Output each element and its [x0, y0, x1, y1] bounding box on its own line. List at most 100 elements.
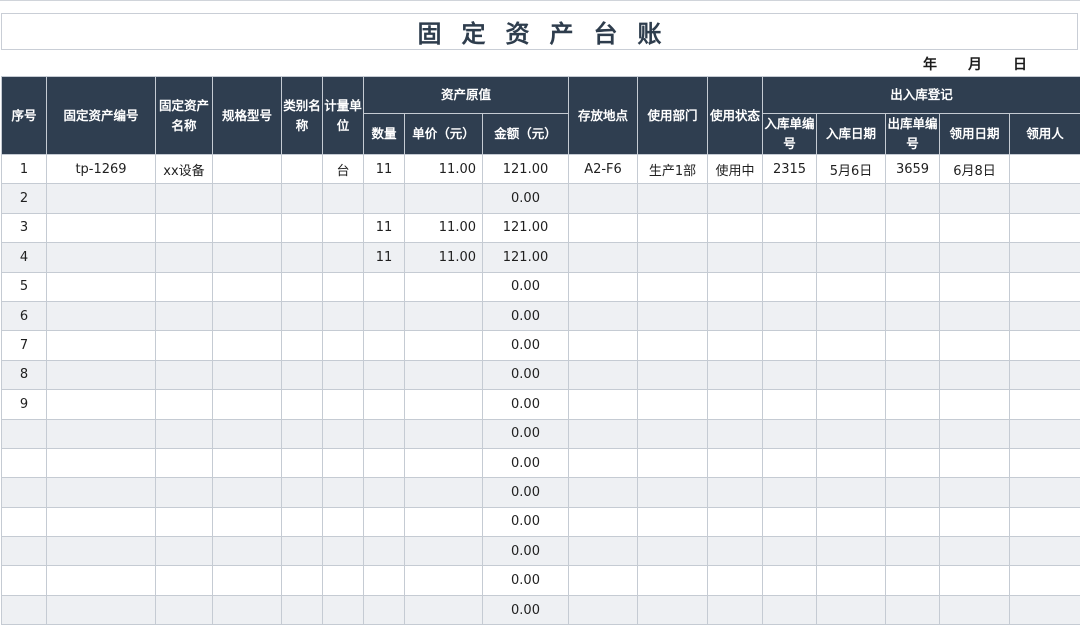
cell-dept[interactable]: [638, 213, 708, 242]
cell-status[interactable]: [708, 595, 763, 624]
cell-amount[interactable]: 0.00: [483, 507, 569, 536]
cell-unit[interactable]: [323, 360, 364, 389]
cell-amount[interactable]: 121.00: [483, 243, 569, 272]
cell-dept[interactable]: [638, 184, 708, 213]
cell-amount[interactable]: 0.00: [483, 301, 569, 330]
header-unit[interactable]: 计量单位: [323, 77, 364, 155]
cell-asset-no[interactable]: [47, 301, 156, 330]
cell-unit[interactable]: [323, 272, 364, 301]
cell-price[interactable]: [405, 360, 483, 389]
cell-amount[interactable]: 0.00: [483, 595, 569, 624]
cell-status[interactable]: [708, 331, 763, 360]
cell-in-date[interactable]: [817, 301, 886, 330]
cell-location[interactable]: [569, 537, 638, 566]
cell-user[interactable]: [1010, 390, 1080, 419]
cell-user[interactable]: [1010, 301, 1080, 330]
cell-in-no[interactable]: [763, 272, 817, 301]
cell-price[interactable]: [405, 419, 483, 448]
cell-in-no[interactable]: [763, 507, 817, 536]
cell-asset-no[interactable]: [47, 448, 156, 477]
cell-spec[interactable]: [213, 301, 282, 330]
cell-user[interactable]: [1010, 537, 1080, 566]
cell-out-no[interactable]: [886, 448, 940, 477]
cell-out-no[interactable]: [886, 213, 940, 242]
cell-asset-no[interactable]: [47, 507, 156, 536]
cell-location[interactable]: [569, 478, 638, 507]
cell-user[interactable]: [1010, 595, 1080, 624]
cell-unit[interactable]: [323, 213, 364, 242]
cell-qty[interactable]: [364, 595, 405, 624]
cell-spec[interactable]: [213, 507, 282, 536]
cell-seq[interactable]: 5: [2, 272, 47, 301]
header-location[interactable]: 存放地点: [569, 77, 638, 155]
header-asset-no[interactable]: 固定资产编号: [47, 77, 156, 155]
cell-in-date[interactable]: [817, 478, 886, 507]
cell-in-date[interactable]: [817, 360, 886, 389]
cell-dept[interactable]: [638, 478, 708, 507]
cell-asset-no[interactable]: [47, 272, 156, 301]
cell-location[interactable]: [569, 507, 638, 536]
cell-asset-name[interactable]: [156, 537, 213, 566]
cell-user[interactable]: [1010, 419, 1080, 448]
cell-asset-no[interactable]: [47, 390, 156, 419]
cell-in-no[interactable]: [763, 301, 817, 330]
cell-category[interactable]: [282, 184, 323, 213]
cell-asset-name[interactable]: [156, 448, 213, 477]
cell-price[interactable]: [405, 595, 483, 624]
cell-use-date[interactable]: [940, 243, 1010, 272]
cell-amount[interactable]: 0.00: [483, 566, 569, 595]
cell-unit[interactable]: [323, 184, 364, 213]
cell-seq[interactable]: 7: [2, 331, 47, 360]
cell-location[interactable]: [569, 419, 638, 448]
cell-location[interactable]: [569, 213, 638, 242]
cell-status[interactable]: [708, 448, 763, 477]
cell-location[interactable]: [569, 566, 638, 595]
cell-seq[interactable]: 4: [2, 243, 47, 272]
cell-category[interactable]: [282, 272, 323, 301]
cell-qty[interactable]: [364, 507, 405, 536]
cell-in-date[interactable]: [817, 243, 886, 272]
cell-unit[interactable]: [323, 331, 364, 360]
header-dept[interactable]: 使用部门: [638, 77, 708, 155]
cell-asset-no[interactable]: [47, 213, 156, 242]
cell-use-date[interactable]: [940, 478, 1010, 507]
cell-qty[interactable]: [364, 390, 405, 419]
cell-asset-name[interactable]: [156, 360, 213, 389]
cell-out-no[interactable]: [886, 272, 940, 301]
cell-spec[interactable]: [213, 478, 282, 507]
cell-asset-name[interactable]: [156, 243, 213, 272]
cell-use-date[interactable]: [940, 184, 1010, 213]
cell-asset-name[interactable]: xx设备: [156, 155, 213, 184]
cell-status[interactable]: [708, 478, 763, 507]
cell-dept[interactable]: [638, 507, 708, 536]
header-amount[interactable]: 金额（元）: [483, 114, 569, 155]
cell-unit[interactable]: [323, 243, 364, 272]
cell-out-no[interactable]: 3659: [886, 155, 940, 184]
cell-use-date[interactable]: [940, 566, 1010, 595]
cell-seq[interactable]: [2, 566, 47, 595]
cell-location[interactable]: A2-F6: [569, 155, 638, 184]
cell-dept[interactable]: [638, 595, 708, 624]
cell-qty[interactable]: [364, 419, 405, 448]
cell-seq[interactable]: 9: [2, 390, 47, 419]
cell-price[interactable]: 11.00: [405, 155, 483, 184]
cell-location[interactable]: [569, 331, 638, 360]
header-use-date[interactable]: 领用日期: [940, 114, 1010, 155]
cell-use-date[interactable]: [940, 537, 1010, 566]
cell-asset-no[interactable]: [47, 478, 156, 507]
cell-user[interactable]: [1010, 213, 1080, 242]
cell-out-no[interactable]: [886, 537, 940, 566]
header-inout[interactable]: 出入库登记: [763, 77, 1080, 114]
cell-out-no[interactable]: [886, 243, 940, 272]
cell-location[interactable]: [569, 184, 638, 213]
cell-price[interactable]: [405, 301, 483, 330]
cell-in-date[interactable]: [817, 537, 886, 566]
cell-dept[interactable]: [638, 301, 708, 330]
cell-price[interactable]: [405, 478, 483, 507]
cell-location[interactable]: [569, 390, 638, 419]
cell-asset-no[interactable]: [47, 595, 156, 624]
cell-unit[interactable]: [323, 595, 364, 624]
cell-qty[interactable]: [364, 360, 405, 389]
cell-asset-name[interactable]: [156, 566, 213, 595]
header-user[interactable]: 领用人: [1010, 114, 1080, 155]
